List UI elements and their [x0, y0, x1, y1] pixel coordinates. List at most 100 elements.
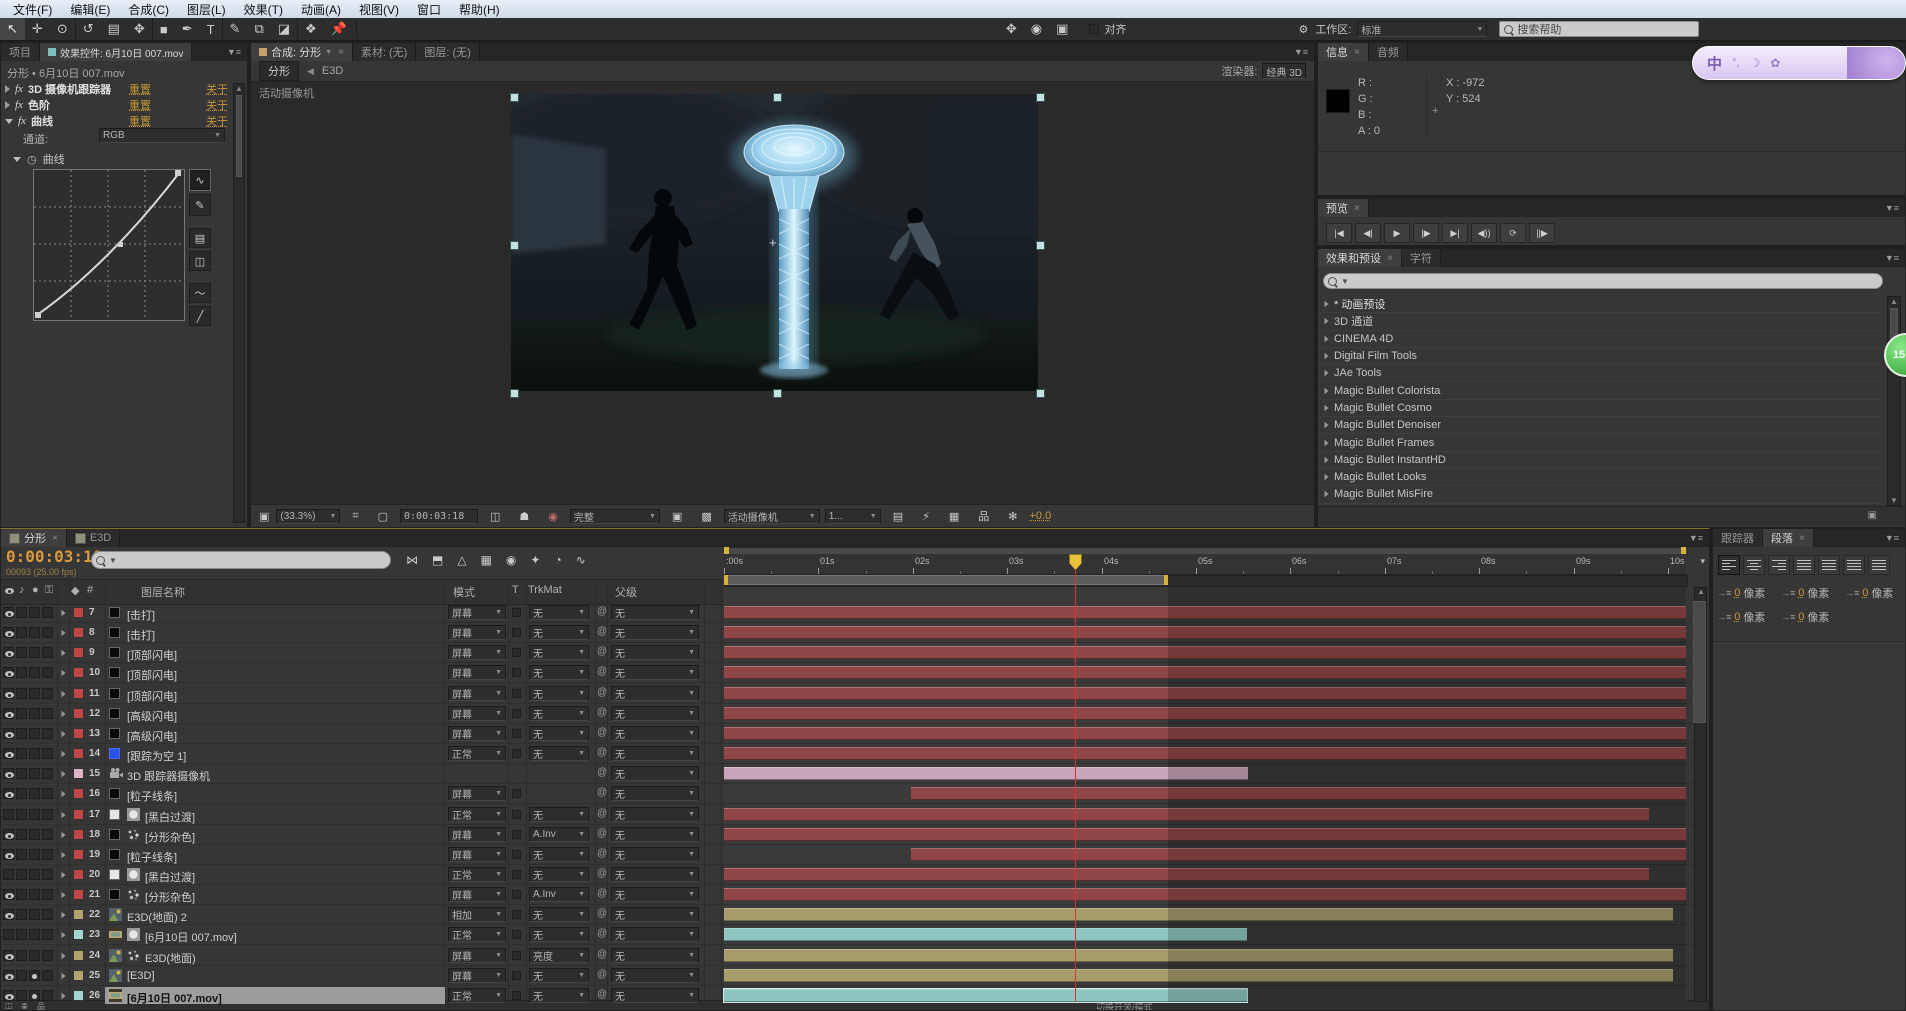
video-toggle[interactable]	[3, 647, 14, 658]
layer-parent-select[interactable]: 无▼	[611, 706, 699, 721]
layer-mode-select[interactable]: 屏幕▼	[448, 605, 506, 620]
solo-toggle[interactable]	[29, 829, 40, 840]
layer-expand-arrow[interactable]	[62, 812, 66, 818]
solo-toggle[interactable]	[29, 849, 40, 860]
layer-row[interactable]: 25[E3D]屏幕▼无▼@无▼	[1, 966, 1703, 986]
layer-label-swatch[interactable]	[73, 829, 84, 840]
justify-last-right-button[interactable]	[1843, 555, 1865, 575]
fx-category-arrow[interactable]	[1325, 387, 1329, 393]
t-toggle[interactable]	[512, 729, 521, 738]
layer-trkmat-select[interactable]: 无▼	[529, 867, 589, 882]
layer-parent-select[interactable]: 无▼	[611, 867, 699, 882]
preview-panel-menu-icon[interactable]: ▼≡	[1879, 201, 1905, 215]
layer-mode-select[interactable]: 正常▼	[448, 867, 506, 882]
parent-pickwhip-icon[interactable]: @	[597, 687, 607, 698]
region-of-interest-icon[interactable]: ▣	[665, 505, 689, 527]
layer-name[interactable]: E3D(地面)	[145, 950, 196, 966]
t-toggle[interactable]	[512, 971, 521, 980]
comp-tab-1[interactable]: 合成: 分形▼×	[251, 43, 353, 61]
layer-row[interactable]: 26[6月10日 007.mov]正常▼无▼@无▼	[1, 986, 1703, 1006]
selection-handle-6[interactable]	[510, 389, 519, 398]
layer-parent-select[interactable]: 无▼	[611, 625, 699, 640]
comp-panel-menu-icon[interactable]: ▼≡	[1288, 45, 1314, 59]
layer-parent-select[interactable]: 无▼	[611, 726, 699, 741]
layer-trkmat-select[interactable]: 无▼	[529, 988, 589, 1003]
fx-category-arrow[interactable]	[1325, 353, 1329, 359]
previous-frame-button[interactable]: ◀|	[1355, 223, 1381, 243]
layer-trkmat-select[interactable]: A.Inv▼	[529, 887, 589, 902]
lock-toggle[interactable]	[42, 929, 53, 940]
selection-handle-4[interactable]	[510, 241, 519, 250]
layer-duration-bar[interactable]	[724, 767, 1248, 780]
layer-duration-bar[interactable]	[724, 828, 1686, 841]
layer-mode-select[interactable]: 正常▼	[448, 988, 506, 1003]
layer-expand-arrow[interactable]	[62, 852, 66, 858]
tab-dropdown-icon[interactable]: ▼	[325, 49, 332, 56]
layer-mode-select[interactable]: 屏幕▼	[448, 625, 506, 640]
video-toggle[interactable]	[3, 728, 14, 739]
pencil-icon[interactable]: ✎	[189, 194, 211, 216]
layer-expand-arrow[interactable]	[62, 771, 66, 777]
layer-row[interactable]: 16[粒子线条]屏幕▼@无▼	[1, 784, 1703, 804]
layer-expand-arrow[interactable]	[62, 711, 66, 717]
layer-label-swatch[interactable]	[73, 768, 84, 779]
layer-parent-select[interactable]: 无▼	[611, 645, 699, 660]
brush-tool-icon[interactable]: ✎	[222, 18, 248, 40]
layer-trkmat-select[interactable]: 无▼	[529, 605, 589, 620]
layer-label-swatch[interactable]	[73, 627, 84, 638]
layer-mode-select[interactable]: 屏幕▼	[448, 968, 506, 983]
fx-category-11[interactable]: Magic Bullet Looks	[1318, 469, 1881, 486]
ime-toolbar[interactable]: 中 °, ☽ ✿	[1692, 46, 1906, 80]
indent-value[interactable]: 0	[1798, 611, 1804, 623]
work-area-bar[interactable]	[724, 575, 1168, 585]
transparency-grid-icon[interactable]: ▩	[694, 505, 718, 527]
lock-toggle[interactable]	[42, 909, 53, 920]
indent-value[interactable]: 0	[1862, 587, 1868, 599]
timeline-tab-分形[interactable]: 分形×	[1, 529, 67, 547]
video-toggle[interactable]	[3, 607, 14, 618]
tab-audio[interactable]: 音频	[1369, 43, 1408, 61]
selection-handle-1[interactable]	[510, 93, 519, 102]
parent-pickwhip-icon[interactable]: @	[597, 989, 607, 1000]
fx-category-arrow[interactable]	[1325, 422, 1329, 428]
layer-parent-select[interactable]: 无▼	[611, 927, 699, 942]
layer-parent-select[interactable]: 无▼	[611, 907, 699, 922]
layer-name[interactable]: [分形杂色]	[145, 829, 195, 845]
layer-label-swatch[interactable]	[73, 688, 84, 699]
audio-toggle[interactable]	[16, 607, 27, 618]
layer-trkmat-select[interactable]: 无▼	[529, 706, 589, 721]
layer-label-swatch[interactable]	[73, 950, 84, 961]
audio-toggle[interactable]	[16, 748, 27, 759]
selection-handle-7[interactable]	[773, 389, 782, 398]
audio-toggle[interactable]	[16, 627, 27, 638]
comp-timecode[interactable]: 0:00:03:18	[400, 509, 478, 524]
layer-mode-select[interactable]: 屏幕▼	[448, 887, 506, 902]
panel-menu-icon[interactable]: ▼≡	[221, 45, 247, 59]
lock-toggle[interactable]	[42, 728, 53, 739]
layer-parent-select[interactable]: 无▼	[611, 807, 699, 822]
world-axis-mode-icon[interactable]: ◉	[1024, 18, 1049, 40]
t-toggle[interactable]	[512, 870, 521, 879]
play-button[interactable]: ▶	[1384, 223, 1410, 243]
layer-label-swatch[interactable]	[73, 970, 84, 981]
layer-parent-select[interactable]: 无▼	[611, 988, 699, 1003]
smooth-icon[interactable]: 〜	[189, 283, 211, 303]
layer-mode-select[interactable]: 屏幕▼	[448, 786, 506, 801]
layer-mode-select[interactable]: 屏幕▼	[448, 847, 506, 862]
flowchart-icon[interactable]: 品	[971, 505, 996, 527]
layer-row[interactable]: 17[黑白过渡]正常▼无▼@无▼	[1, 805, 1703, 825]
audio-toggle[interactable]	[16, 728, 27, 739]
layer-parent-select[interactable]: 无▼	[611, 786, 699, 801]
current-time-indicator-line[interactable]	[1075, 569, 1076, 1002]
t-toggle[interactable]	[512, 810, 521, 819]
audio-toggle[interactable]	[16, 809, 27, 820]
layer-mode-select[interactable]: 屏幕▼	[448, 665, 506, 680]
layer-name[interactable]: [击打]	[127, 627, 155, 643]
layer-name[interactable]: [顶部闪电]	[127, 647, 177, 663]
parent-pickwhip-icon[interactable]: @	[597, 767, 607, 778]
layer-expand-arrow[interactable]	[62, 932, 66, 938]
comp-tab-2[interactable]: 素材: (无)	[353, 43, 416, 61]
fast-preview-icon[interactable]: ⚡	[915, 505, 937, 527]
fxpresets-scrollbar[interactable]: ▲ ▼	[1887, 296, 1901, 506]
layer-label-swatch[interactable]	[73, 889, 84, 900]
